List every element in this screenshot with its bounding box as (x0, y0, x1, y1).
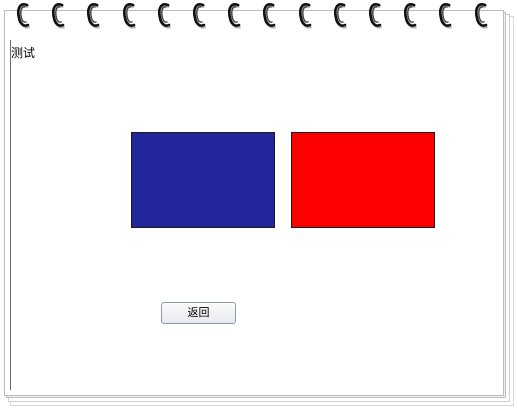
spiral-ring-icon (49, 0, 67, 30)
blue-rectangle (131, 132, 275, 228)
page-title: 测试 (11, 46, 36, 60)
spiral-ring-icon (472, 0, 490, 30)
spiral-ring-icon (296, 0, 314, 30)
spiral-ring-icon (155, 0, 173, 30)
spiral-ring-icon (225, 0, 243, 30)
spiral-ring-icon (84, 0, 102, 30)
notebook-page: 测试 返回 (0, 0, 517, 408)
spiral-ring-icon (401, 0, 419, 30)
spiral-binding (14, 0, 494, 34)
spiral-ring-icon (14, 0, 32, 30)
spiral-ring-icon (366, 0, 384, 30)
back-button[interactable]: 返回 (161, 302, 236, 324)
binding-line (10, 40, 11, 390)
spiral-ring-icon (436, 0, 454, 30)
spiral-ring-icon (331, 0, 349, 30)
spiral-ring-icon (260, 0, 278, 30)
red-rectangle (291, 132, 435, 228)
spiral-ring-icon (190, 0, 208, 30)
spiral-ring-icon (120, 0, 138, 30)
